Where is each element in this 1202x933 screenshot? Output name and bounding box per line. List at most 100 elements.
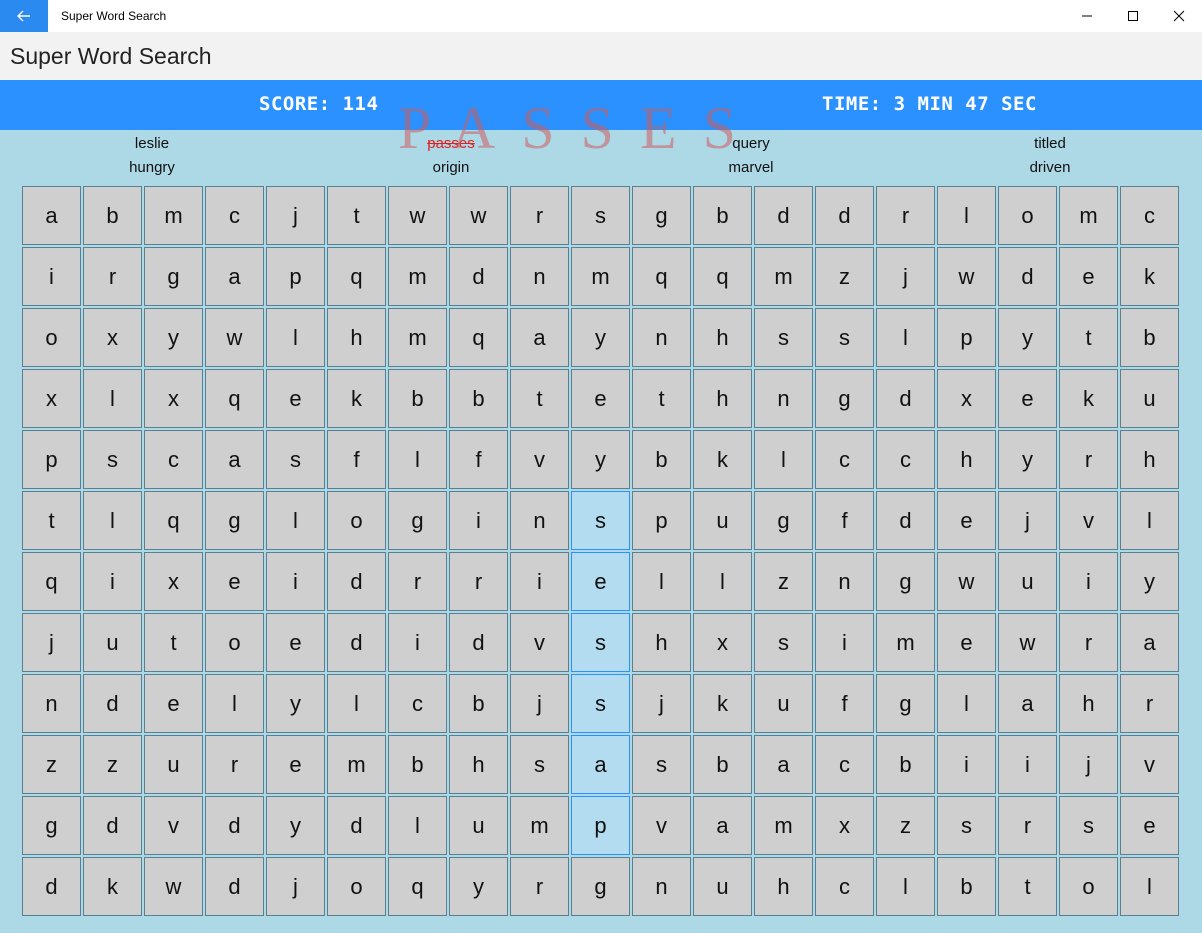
- letter-cell[interactable]: j: [22, 613, 81, 672]
- letter-cell[interactable]: n: [510, 247, 569, 306]
- letter-cell[interactable]: k: [327, 369, 386, 428]
- letter-cell[interactable]: j: [266, 857, 325, 916]
- letter-cell[interactable]: o: [998, 186, 1057, 245]
- letter-cell[interactable]: m: [327, 735, 386, 794]
- letter-cell[interactable]: h: [327, 308, 386, 367]
- letter-cell[interactable]: p: [571, 796, 630, 855]
- letter-cell[interactable]: d: [83, 796, 142, 855]
- letter-cell[interactable]: d: [22, 857, 81, 916]
- letter-cell[interactable]: r: [388, 552, 447, 611]
- letter-cell[interactable]: r: [1120, 674, 1179, 733]
- letter-cell[interactable]: n: [510, 491, 569, 550]
- close-button[interactable]: [1156, 0, 1202, 32]
- letter-cell[interactable]: b: [388, 369, 447, 428]
- letter-cell[interactable]: f: [815, 674, 874, 733]
- letter-cell[interactable]: n: [754, 369, 813, 428]
- letter-cell[interactable]: i: [388, 613, 447, 672]
- letter-cell[interactable]: i: [449, 491, 508, 550]
- letter-cell[interactable]: i: [937, 735, 996, 794]
- letter-cell[interactable]: v: [510, 430, 569, 489]
- letter-cell[interactable]: h: [754, 857, 813, 916]
- letter-cell[interactable]: l: [632, 552, 691, 611]
- letter-cell[interactable]: r: [510, 186, 569, 245]
- letter-cell[interactable]: g: [632, 186, 691, 245]
- letter-cell[interactable]: c: [815, 735, 874, 794]
- letter-cell[interactable]: w: [998, 613, 1057, 672]
- letter-cell[interactable]: m: [754, 247, 813, 306]
- letter-cell[interactable]: u: [144, 735, 203, 794]
- letter-cell[interactable]: n: [632, 857, 691, 916]
- letter-cell[interactable]: a: [571, 735, 630, 794]
- letter-cell[interactable]: h: [1120, 430, 1179, 489]
- letter-cell[interactable]: t: [632, 369, 691, 428]
- letter-cell[interactable]: r: [876, 186, 935, 245]
- letter-cell[interactable]: l: [388, 796, 447, 855]
- letter-cell[interactable]: o: [205, 613, 264, 672]
- letter-cell[interactable]: g: [571, 857, 630, 916]
- letter-cell[interactable]: l: [388, 430, 447, 489]
- letter-cell[interactable]: w: [144, 857, 203, 916]
- letter-cell[interactable]: d: [327, 796, 386, 855]
- letter-cell[interactable]: a: [205, 247, 264, 306]
- letter-cell[interactable]: u: [754, 674, 813, 733]
- letter-cell[interactable]: b: [937, 857, 996, 916]
- letter-cell[interactable]: d: [754, 186, 813, 245]
- letter-cell[interactable]: l: [266, 308, 325, 367]
- minimize-button[interactable]: [1064, 0, 1110, 32]
- letter-cell[interactable]: v: [1059, 491, 1118, 550]
- letter-cell[interactable]: b: [876, 735, 935, 794]
- letter-cell[interactable]: b: [388, 735, 447, 794]
- letter-cell[interactable]: p: [632, 491, 691, 550]
- letter-cell[interactable]: k: [1120, 247, 1179, 306]
- letter-cell[interactable]: m: [571, 247, 630, 306]
- letter-cell[interactable]: l: [266, 491, 325, 550]
- letter-cell[interactable]: t: [1059, 308, 1118, 367]
- letter-cell[interactable]: b: [632, 430, 691, 489]
- letter-cell[interactable]: y: [998, 308, 1057, 367]
- letter-cell[interactable]: r: [1059, 613, 1118, 672]
- letter-cell[interactable]: q: [144, 491, 203, 550]
- letter-cell[interactable]: s: [571, 613, 630, 672]
- letter-cell[interactable]: k: [83, 857, 142, 916]
- letter-cell[interactable]: m: [1059, 186, 1118, 245]
- letter-cell[interactable]: q: [205, 369, 264, 428]
- letter-cell[interactable]: d: [205, 796, 264, 855]
- letter-cell[interactable]: b: [83, 186, 142, 245]
- letter-cell[interactable]: l: [876, 857, 935, 916]
- letter-cell[interactable]: r: [998, 796, 1057, 855]
- letter-cell[interactable]: b: [1120, 308, 1179, 367]
- letter-cell[interactable]: s: [266, 430, 325, 489]
- letter-cell[interactable]: o: [327, 491, 386, 550]
- letter-cell[interactable]: s: [754, 613, 813, 672]
- letter-cell[interactable]: r: [510, 857, 569, 916]
- letter-cell[interactable]: a: [754, 735, 813, 794]
- letter-cell[interactable]: s: [571, 674, 630, 733]
- letter-cell[interactable]: q: [449, 308, 508, 367]
- letter-cell[interactable]: i: [83, 552, 142, 611]
- letter-cell[interactable]: a: [205, 430, 264, 489]
- letter-cell[interactable]: n: [22, 674, 81, 733]
- letter-cell[interactable]: s: [571, 186, 630, 245]
- letter-cell[interactable]: i: [22, 247, 81, 306]
- letter-cell[interactable]: d: [998, 247, 1057, 306]
- letter-cell[interactable]: e: [937, 491, 996, 550]
- letter-cell[interactable]: c: [815, 430, 874, 489]
- letter-cell[interactable]: i: [1059, 552, 1118, 611]
- letter-cell[interactable]: l: [937, 186, 996, 245]
- letter-cell[interactable]: x: [937, 369, 996, 428]
- letter-cell[interactable]: q: [388, 857, 447, 916]
- letter-cell[interactable]: g: [388, 491, 447, 550]
- letter-cell[interactable]: m: [510, 796, 569, 855]
- letter-cell[interactable]: g: [876, 674, 935, 733]
- letter-cell[interactable]: t: [144, 613, 203, 672]
- letter-cell[interactable]: d: [327, 552, 386, 611]
- letter-cell[interactable]: e: [144, 674, 203, 733]
- letter-cell[interactable]: c: [815, 857, 874, 916]
- letter-cell[interactable]: b: [693, 735, 752, 794]
- letter-cell[interactable]: k: [693, 430, 752, 489]
- letter-cell[interactable]: n: [632, 308, 691, 367]
- letter-cell[interactable]: u: [449, 796, 508, 855]
- letter-cell[interactable]: m: [388, 308, 447, 367]
- letter-cell[interactable]: a: [998, 674, 1057, 733]
- letter-cell[interactable]: h: [693, 369, 752, 428]
